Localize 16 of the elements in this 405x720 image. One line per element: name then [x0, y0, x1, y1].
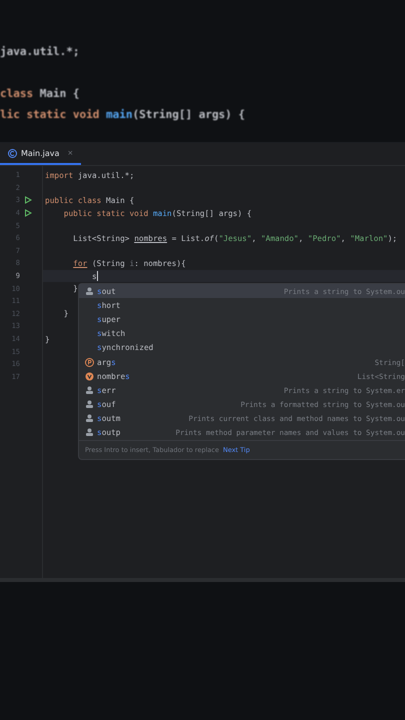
class-icon: [8, 148, 17, 158]
stamp-icon: [84, 414, 94, 424]
code-text: java.util.*;: [0, 45, 80, 58]
code-text: (String[] args) {: [132, 108, 246, 121]
code-text: Main {: [40, 87, 80, 100]
parameter-icon: [84, 358, 94, 367]
stamp-icon: [84, 386, 94, 395]
tab-label: Main.java: [21, 148, 60, 158]
stamp-icon: [84, 286, 94, 296]
stamp-icon: [84, 400, 94, 410]
variable-icon: [84, 372, 94, 381]
code-text: class: [0, 87, 34, 100]
text-caret: [96, 271, 98, 282]
code-text: main: [106, 108, 132, 121]
code-text: lic static void: [0, 108, 100, 121]
stamp-icon: [84, 428, 94, 438]
